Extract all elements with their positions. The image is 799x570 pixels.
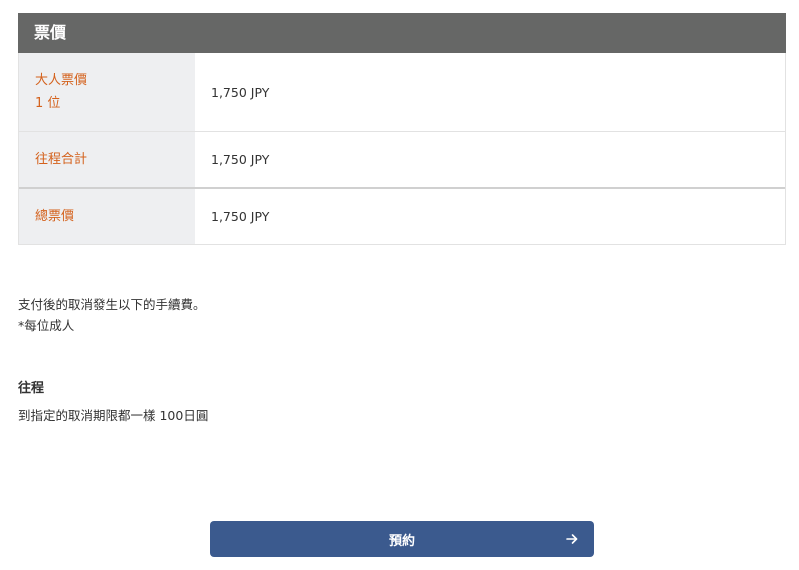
- cancellation-fee-text: 到指定的取消期限都一樣 100日圓: [18, 408, 209, 423]
- book-button[interactable]: 預約: [210, 521, 594, 557]
- total-fare-label: 總票價: [35, 209, 75, 224]
- fare-summary-page: 票價 大人票價 1 位 1,750 JPY 往程合計 1,750 JPY 總票價…: [0, 0, 799, 570]
- outbound-leg-title: 往程: [18, 381, 45, 396]
- price-row-total-fare: 總票價 1,750 JPY: [19, 187, 785, 244]
- arrow-right-icon: [566, 534, 578, 544]
- fare-price-panel: 票價 大人票價 1 位 1,750 JPY 往程合計 1,750 JPY 總票價…: [18, 13, 786, 245]
- price-row-outbound-subtotal: 往程合計 1,750 JPY: [19, 131, 785, 187]
- row-label-cell: 總票價: [19, 189, 195, 244]
- outbound-subtotal-value: 1,750 JPY: [211, 152, 270, 167]
- cancellation-note-text: 支付後的取消發生以下的手續費。: [18, 297, 206, 312]
- outbound-subtotal-label: 往程合計: [35, 152, 88, 167]
- cancellation-note: 支付後的取消發生以下的手續費。 *每位成人: [18, 294, 206, 336]
- per-adult-note: *每位成人: [18, 318, 75, 333]
- price-row-adult-fare: 大人票價 1 位 1,750 JPY: [19, 53, 785, 131]
- total-fare-value: 1,750 JPY: [211, 209, 270, 224]
- book-button-label: 預約: [388, 533, 415, 549]
- row-label-cell: 大人票價 1 位: [19, 53, 195, 131]
- panel-title: 票價: [18, 13, 786, 53]
- passenger-count-label: 1 位: [35, 96, 61, 111]
- adult-fare-value: 1,750 JPY: [211, 84, 270, 100]
- adult-fare-label: 大人票價: [35, 73, 88, 88]
- price-table: 大人票價 1 位 1,750 JPY 往程合計 1,750 JPY 總票價 1,…: [18, 53, 786, 245]
- row-label-cell: 往程合計: [19, 132, 195, 187]
